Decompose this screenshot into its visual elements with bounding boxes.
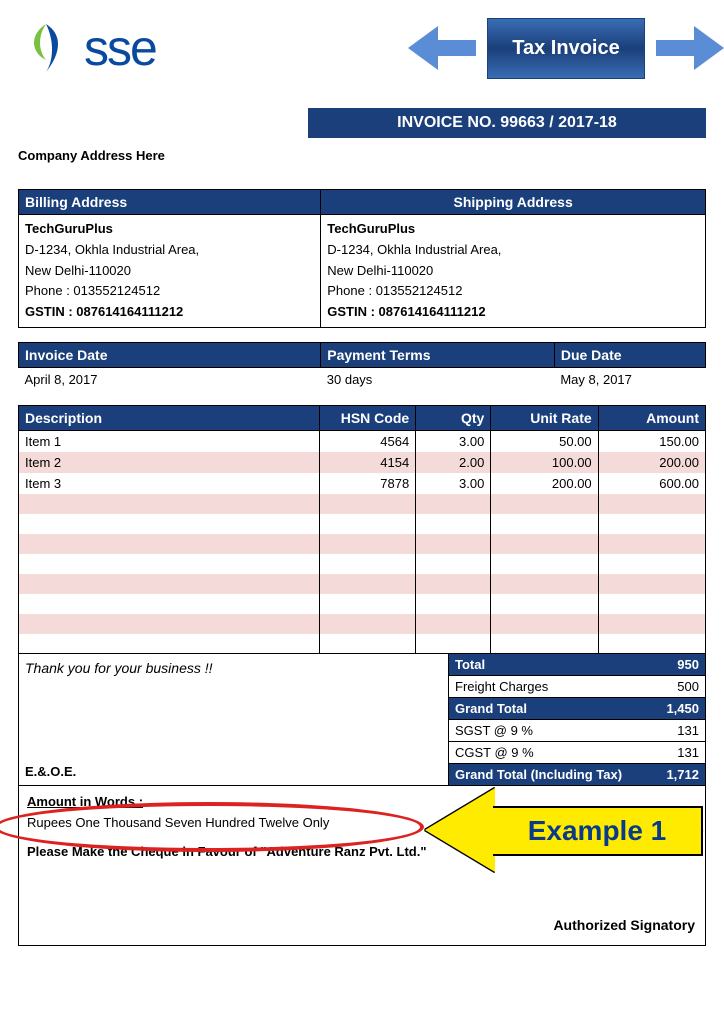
- billing-line2: New Delhi-110020: [25, 263, 131, 278]
- document-header: sse Tax Invoice: [18, 18, 706, 78]
- billing-address-cell: TechGuruPlus D-1234, Okhla Industrial Ar…: [19, 215, 321, 328]
- col-qty: Qty: [416, 405, 491, 430]
- item-qty: 3.00: [416, 430, 491, 452]
- table-row: [19, 574, 706, 594]
- item-amt: 150.00: [598, 430, 705, 452]
- shipping-gstin: GSTIN : 087614164111212: [327, 304, 485, 319]
- item-amt: 600.00: [598, 473, 705, 494]
- freight-value: 500: [654, 676, 705, 698]
- col-rate: Unit Rate: [491, 405, 598, 430]
- cgst-value: 131: [654, 742, 705, 764]
- total-value: 950: [654, 654, 705, 676]
- table-row: [19, 554, 706, 574]
- item-desc: Item 2: [19, 452, 320, 473]
- billing-name: TechGuruPlus: [25, 221, 113, 236]
- invoice-date-head: Invoice Date: [19, 342, 321, 367]
- company-logo: sse: [18, 19, 156, 77]
- tax-invoice-banner: Tax Invoice: [426, 18, 706, 78]
- billing-phone: Phone : 013552124512: [25, 283, 160, 298]
- item-desc: Item 1: [19, 430, 320, 452]
- tax-invoice-label: Tax Invoice: [487, 18, 644, 79]
- cheque-instruction: Please Make the Cheque in Favour of "Adv…: [27, 844, 697, 859]
- total-label: Total: [449, 654, 654, 676]
- item-amt: 200.00: [598, 452, 705, 473]
- col-amount: Amount: [598, 405, 705, 430]
- amount-in-words-label: Amount in Words :: [27, 794, 697, 809]
- col-description: Description: [19, 405, 320, 430]
- item-hsn: 4154: [319, 452, 416, 473]
- due-date-value: May 8, 2017: [554, 367, 705, 391]
- item-qty: 3.00: [416, 473, 491, 494]
- table-row: Item 2 4154 2.00 100.00 200.00: [19, 452, 706, 473]
- table-row: [19, 494, 706, 514]
- grand-total-label: Grand Total: [449, 698, 654, 720]
- arrow-left-icon: [408, 26, 438, 70]
- due-date-head: Due Date: [554, 342, 705, 367]
- payment-terms-head: Payment Terms: [321, 342, 555, 367]
- invoice-meta-table: Invoice Date Payment Terms Due Date Apri…: [18, 342, 706, 391]
- grand-total-incl-tax-label: Grand Total (Including Tax): [449, 764, 654, 786]
- arrow-right-icon: [694, 26, 724, 70]
- sgst-value: 131: [654, 720, 705, 742]
- eoe-label: E.&.O.E.: [25, 764, 442, 779]
- shipping-address-head: Shipping Address: [321, 190, 706, 215]
- amount-in-words-value: Rupees One Thousand Seven Hundred Twelve…: [27, 815, 697, 830]
- totals-section: Thank you for your business !! E.&.O.E. …: [18, 654, 706, 786]
- company-address-label: Company Address Here: [18, 148, 706, 163]
- item-rate: 100.00: [491, 452, 598, 473]
- sgst-label: SGST @ 9 %: [449, 720, 654, 742]
- item-hsn: 7878: [319, 473, 416, 494]
- grand-total-value: 1,450: [654, 698, 705, 720]
- grand-total-incl-tax-value: 1,712: [654, 764, 705, 786]
- shipping-line2: New Delhi-110020: [327, 263, 433, 278]
- table-row: [19, 514, 706, 534]
- shipping-phone: Phone : 013552124512: [327, 283, 462, 298]
- item-qty: 2.00: [416, 452, 491, 473]
- line-items-table: Description HSN Code Qty Unit Rate Amoun…: [18, 405, 706, 655]
- table-row: Item 1 4564 3.00 50.00 150.00: [19, 430, 706, 452]
- item-hsn: 4564: [319, 430, 416, 452]
- table-row: [19, 594, 706, 614]
- payment-terms-value: 30 days: [321, 367, 555, 391]
- col-hsn: HSN Code: [319, 405, 416, 430]
- billing-gstin: GSTIN : 087614164111212: [25, 304, 183, 319]
- logo-mark-icon: [18, 20, 74, 76]
- shipping-line1: D-1234, Okhla Industrial Area,: [327, 242, 501, 257]
- partial-text: t. Ltd.: [669, 820, 704, 835]
- table-row: [19, 634, 706, 654]
- item-desc: Item 3: [19, 473, 320, 494]
- invoice-date-value: April 8, 2017: [19, 367, 321, 391]
- table-row: [19, 614, 706, 634]
- item-rate: 200.00: [491, 473, 598, 494]
- freight-label: Freight Charges: [449, 676, 654, 698]
- table-row: [19, 534, 706, 554]
- cgst-label: CGST @ 9 %: [449, 742, 654, 764]
- table-row: Item 3 7878 3.00 200.00 600.00: [19, 473, 706, 494]
- logo-text: sse: [84, 19, 156, 77]
- shipping-name: TechGuruPlus: [327, 221, 415, 236]
- authorized-signatory-label: Authorized Signatory: [553, 917, 695, 933]
- totals-column: Total950 Freight Charges500 Grand Total1…: [449, 654, 705, 785]
- billing-line1: D-1234, Okhla Industrial Area,: [25, 242, 199, 257]
- address-table: Billing Address Shipping Address TechGur…: [18, 189, 706, 328]
- footer-box: Amount in Words : Rupees One Thousand Se…: [18, 786, 706, 946]
- invoice-number-bar: INVOICE NO. 99663 / 2017-18: [308, 108, 706, 138]
- thank-you-text: Thank you for your business !!: [25, 660, 442, 676]
- item-rate: 50.00: [491, 430, 598, 452]
- shipping-address-cell: TechGuruPlus D-1234, Okhla Industrial Ar…: [321, 215, 706, 328]
- thank-you-cell: Thank you for your business !! E.&.O.E.: [19, 654, 449, 785]
- billing-address-head: Billing Address: [19, 190, 321, 215]
